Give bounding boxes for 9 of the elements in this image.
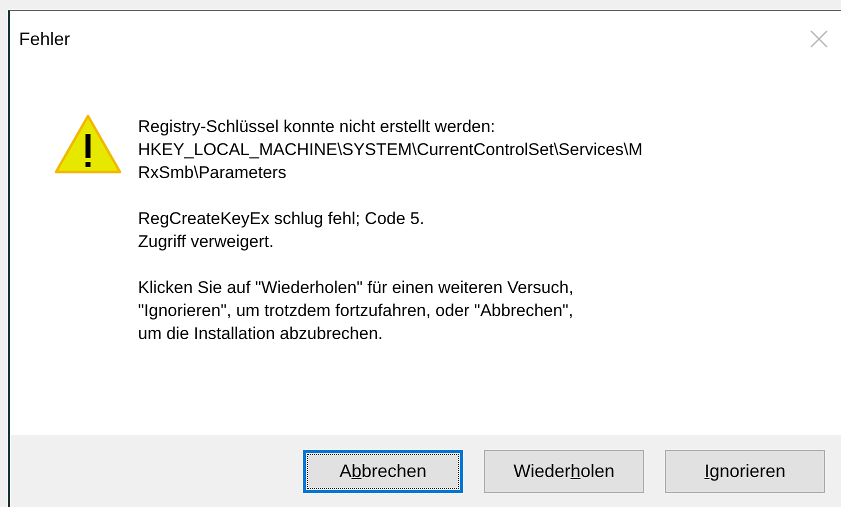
- window-title: Fehler: [19, 28, 70, 50]
- message-text: RegCreateKeyEx schlug fehl; Code 5. Zugriff verweigert.: [138, 208, 426, 253]
- message-text: Registry-Schlüssel konnte nicht erstellt werden: HKEY_LOCAL_MACHINE\SYSTEM\CurrentControlSet\Services\M RxSmb\Parameters: [138, 116, 642, 184]
- dialog-button[interactable]: Abbrechen: [303, 450, 463, 492]
- dialog-button[interactable]: Wiederholen: [484, 450, 644, 492]
- dialog-button[interactable]: Ignorieren: [665, 450, 825, 492]
- close-icon[interactable]: [809, 29, 829, 49]
- message-text: Klicken Sie auf "Wiederholen" für einen weiteren Versuch, "Ignorieren", um trotzdem fortzufahren, oder "Abbrechen", um die Installation abzubrechen.: [138, 277, 574, 345]
- warning-icon: [54, 114, 122, 174]
